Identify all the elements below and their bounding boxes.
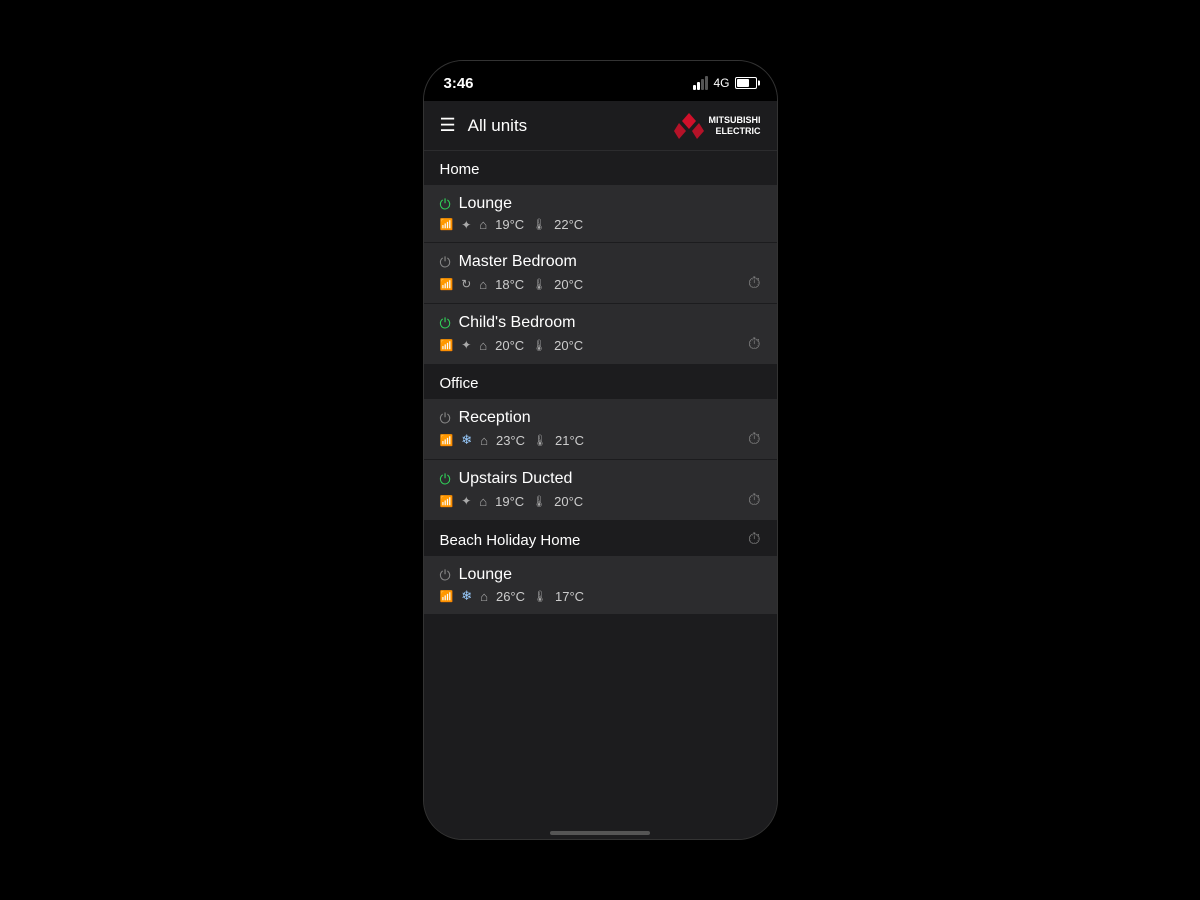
bottom-bar xyxy=(424,811,777,840)
house-icon-childs-bedroom: ⌂ xyxy=(479,338,487,353)
home-indicator xyxy=(550,831,650,835)
group-header-home: Home xyxy=(424,151,777,184)
wifi-icon-lounge: 📶 xyxy=(440,218,454,231)
group-header-office: Office xyxy=(424,365,777,398)
unit-name-reception: Reception xyxy=(459,409,531,427)
menu-button[interactable]: ☰ xyxy=(440,115,456,136)
power-icon-reception[interactable]: ⏻ xyxy=(440,410,451,427)
unit-name-row-upstairs-ducted: ⏻ Upstairs Ducted xyxy=(440,470,761,488)
house-icon-lounge: ⌂ xyxy=(479,217,487,232)
battery-icon xyxy=(735,77,757,89)
actual-temp-childs-bedroom: 20°C xyxy=(554,338,583,353)
nav-bar: ☰ All units MITSUBISHI ELECTRIC xyxy=(424,101,777,151)
actual-temp-beach-lounge: 17°C xyxy=(555,589,584,604)
wifi-icon-upstairs-ducted: 📶 xyxy=(440,495,454,508)
unit-name-beach-lounge: Lounge xyxy=(459,566,512,584)
status-bar: 3:46 4G xyxy=(424,61,777,101)
house-icon-master-bedroom: ⌂ xyxy=(479,277,487,292)
unit-name-row-lounge: ⏻ Lounge xyxy=(440,195,761,213)
unit-icons-temps-master-bedroom: 📶 ↻ ⌂ 18°C 🌡 20°C xyxy=(440,277,584,292)
set-temp-master-bedroom: 18°C xyxy=(495,277,524,292)
power-icon-lounge[interactable]: ⏻ xyxy=(440,196,451,213)
power-icon-beach-lounge[interactable]: ⏻ xyxy=(440,567,451,584)
power-icon-master-bedroom[interactable]: ⏻ xyxy=(440,254,451,271)
group-name-office: Office xyxy=(440,375,479,392)
thermometer-icon-master-bedroom: 🌡 xyxy=(532,278,546,291)
wifi-icon-master-bedroom: 📶 xyxy=(440,278,454,291)
clock-icon-reception: ⏱ xyxy=(748,431,760,449)
network-type: 4G xyxy=(713,76,729,90)
unit-row-lounge[interactable]: ⏻ Lounge 📶 ✦ ⌂ 19°C 🌡 22°C xyxy=(424,185,777,242)
actual-temp-lounge: 22°C xyxy=(554,217,583,232)
thermometer-icon-reception: 🌡 xyxy=(533,434,547,447)
unit-detail-row-lounge: 📶 ✦ ⌂ 19°C 🌡 22°C xyxy=(440,217,761,232)
unit-row-reception[interactable]: ⏻ Reception 📶 ❄ ⌂ 23°C 🌡 21°C ⏱ xyxy=(424,399,777,459)
unit-row-childs-bedroom[interactable]: ⏻ Child's Bedroom 📶 ✦ ⌂ 20°C 🌡 20°C ⏱ xyxy=(424,304,777,364)
mode-icon-upstairs-ducted: ✦ xyxy=(461,494,471,508)
house-icon-beach-lounge: ⌂ xyxy=(480,589,488,604)
unit-row-master-bedroom[interactable]: ⏻ Master Bedroom 📶 ↻ ⌂ 18°C 🌡 20°C ⏱ xyxy=(424,243,777,303)
unit-detail-row-master-bedroom: 📶 ↻ ⌂ 18°C 🌡 20°C ⏱ xyxy=(440,275,761,293)
mode-icon-master-bedroom: ↻ xyxy=(461,277,471,291)
unit-icons-temps-upstairs-ducted: 📶 ✦ ⌂ 19°C 🌡 20°C xyxy=(440,494,584,509)
clock-icon-childs-bedroom: ⏱ xyxy=(748,336,760,354)
unit-icons-temps-reception: 📶 ❄ ⌂ 23°C 🌡 21°C xyxy=(440,432,585,448)
clock-icon-upstairs-ducted: ⏱ xyxy=(748,492,760,510)
mode-icon-lounge: ✦ xyxy=(461,218,471,232)
unit-detail-row-upstairs-ducted: 📶 ✦ ⌂ 19°C 🌡 20°C ⏱ xyxy=(440,492,761,510)
unit-name-childs-bedroom: Child's Bedroom xyxy=(459,314,576,332)
brand-logo: MITSUBISHI ELECTRIC xyxy=(674,113,760,139)
mode-icon-childs-bedroom: ✦ xyxy=(461,338,471,352)
thermometer-icon-beach-lounge: 🌡 xyxy=(533,590,547,603)
group-name-beach-holiday-home: Beach Holiday Home xyxy=(440,532,581,549)
set-temp-upstairs-ducted: 19°C xyxy=(495,494,524,509)
actual-temp-upstairs-ducted: 20°C xyxy=(554,494,583,509)
phone-frame: 3:46 4G ☰ All units MITSUBISHI xyxy=(423,60,778,840)
unit-name-row-beach-lounge: ⏻ Lounge xyxy=(440,566,761,584)
unit-detail-row-reception: 📶 ❄ ⌂ 23°C 🌡 21°C ⏱ xyxy=(440,431,761,449)
thermometer-icon-lounge: 🌡 xyxy=(532,218,546,231)
unit-icons-temps-lounge: 📶 ✦ ⌂ 19°C 🌡 22°C xyxy=(440,217,584,232)
unit-name-master-bedroom: Master Bedroom xyxy=(459,253,577,271)
set-temp-reception: 23°C xyxy=(496,433,525,448)
unit-name-row-master-bedroom: ⏻ Master Bedroom xyxy=(440,253,761,271)
actual-temp-reception: 21°C xyxy=(555,433,584,448)
signal-icon xyxy=(693,76,708,90)
group-name-home: Home xyxy=(440,161,480,178)
brand-name: MITSUBISHI ELECTRIC xyxy=(708,115,760,137)
group-clock-icon: ⏱ xyxy=(748,531,760,549)
mitsubishi-diamond-icon xyxy=(674,113,704,139)
unit-icons-temps-beach-lounge: 📶 ❄ ⌂ 26°C 🌡 17°C xyxy=(440,588,585,604)
set-temp-childs-bedroom: 20°C xyxy=(495,338,524,353)
house-icon-upstairs-ducted: ⌂ xyxy=(479,494,487,509)
unit-name-lounge: Lounge xyxy=(459,195,512,213)
thermometer-icon-childs-bedroom: 🌡 xyxy=(532,339,546,352)
thermometer-icon-upstairs-ducted: 🌡 xyxy=(532,495,546,508)
unit-name-row-childs-bedroom: ⏻ Child's Bedroom xyxy=(440,314,761,332)
unit-name-row-reception: ⏻ Reception xyxy=(440,409,761,427)
unit-detail-row-beach-lounge: 📶 ❄ ⌂ 26°C 🌡 17°C xyxy=(440,588,761,604)
power-icon-childs-bedroom[interactable]: ⏻ xyxy=(440,315,451,332)
power-icon-upstairs-ducted[interactable]: ⏻ xyxy=(440,471,451,488)
wifi-icon-reception: 📶 xyxy=(440,434,454,447)
group-header-beach-holiday-home: Beach Holiday Home ⏱ xyxy=(424,521,777,555)
unit-row-beach-lounge[interactable]: ⏻ Lounge 📶 ❄ ⌂ 26°C 🌡 17°C xyxy=(424,556,777,614)
unit-icons-temps-childs-bedroom: 📶 ✦ ⌂ 20°C 🌡 20°C xyxy=(440,338,584,353)
unit-detail-row-childs-bedroom: 📶 ✦ ⌂ 20°C 🌡 20°C ⏱ xyxy=(440,336,761,354)
unit-name-upstairs-ducted: Upstairs Ducted xyxy=(459,470,573,488)
nav-title: All units xyxy=(468,116,675,136)
clock-icon-master-bedroom: ⏱ xyxy=(748,275,760,293)
actual-temp-master-bedroom: 20°C xyxy=(554,277,583,292)
set-temp-beach-lounge: 26°C xyxy=(496,589,525,604)
mode-icon-beach-lounge: ❄ xyxy=(461,588,472,604)
status-time: 3:46 xyxy=(444,75,474,92)
set-temp-lounge: 19°C xyxy=(495,217,524,232)
wifi-icon-beach-lounge: 📶 xyxy=(440,590,454,603)
mode-icon-reception: ❄ xyxy=(461,432,472,448)
house-icon-reception: ⌂ xyxy=(480,433,488,448)
status-icons: 4G xyxy=(693,76,756,90)
units-list: Home ⏻ Lounge 📶 ✦ ⌂ 19°C 🌡 22°C ⏻ Master Bedroom 📶 ↻… xyxy=(424,151,777,811)
unit-row-upstairs-ducted[interactable]: ⏻ Upstairs Ducted 📶 ✦ ⌂ 19°C 🌡 20°C ⏱ xyxy=(424,460,777,520)
wifi-icon-childs-bedroom: 📶 xyxy=(440,339,454,352)
